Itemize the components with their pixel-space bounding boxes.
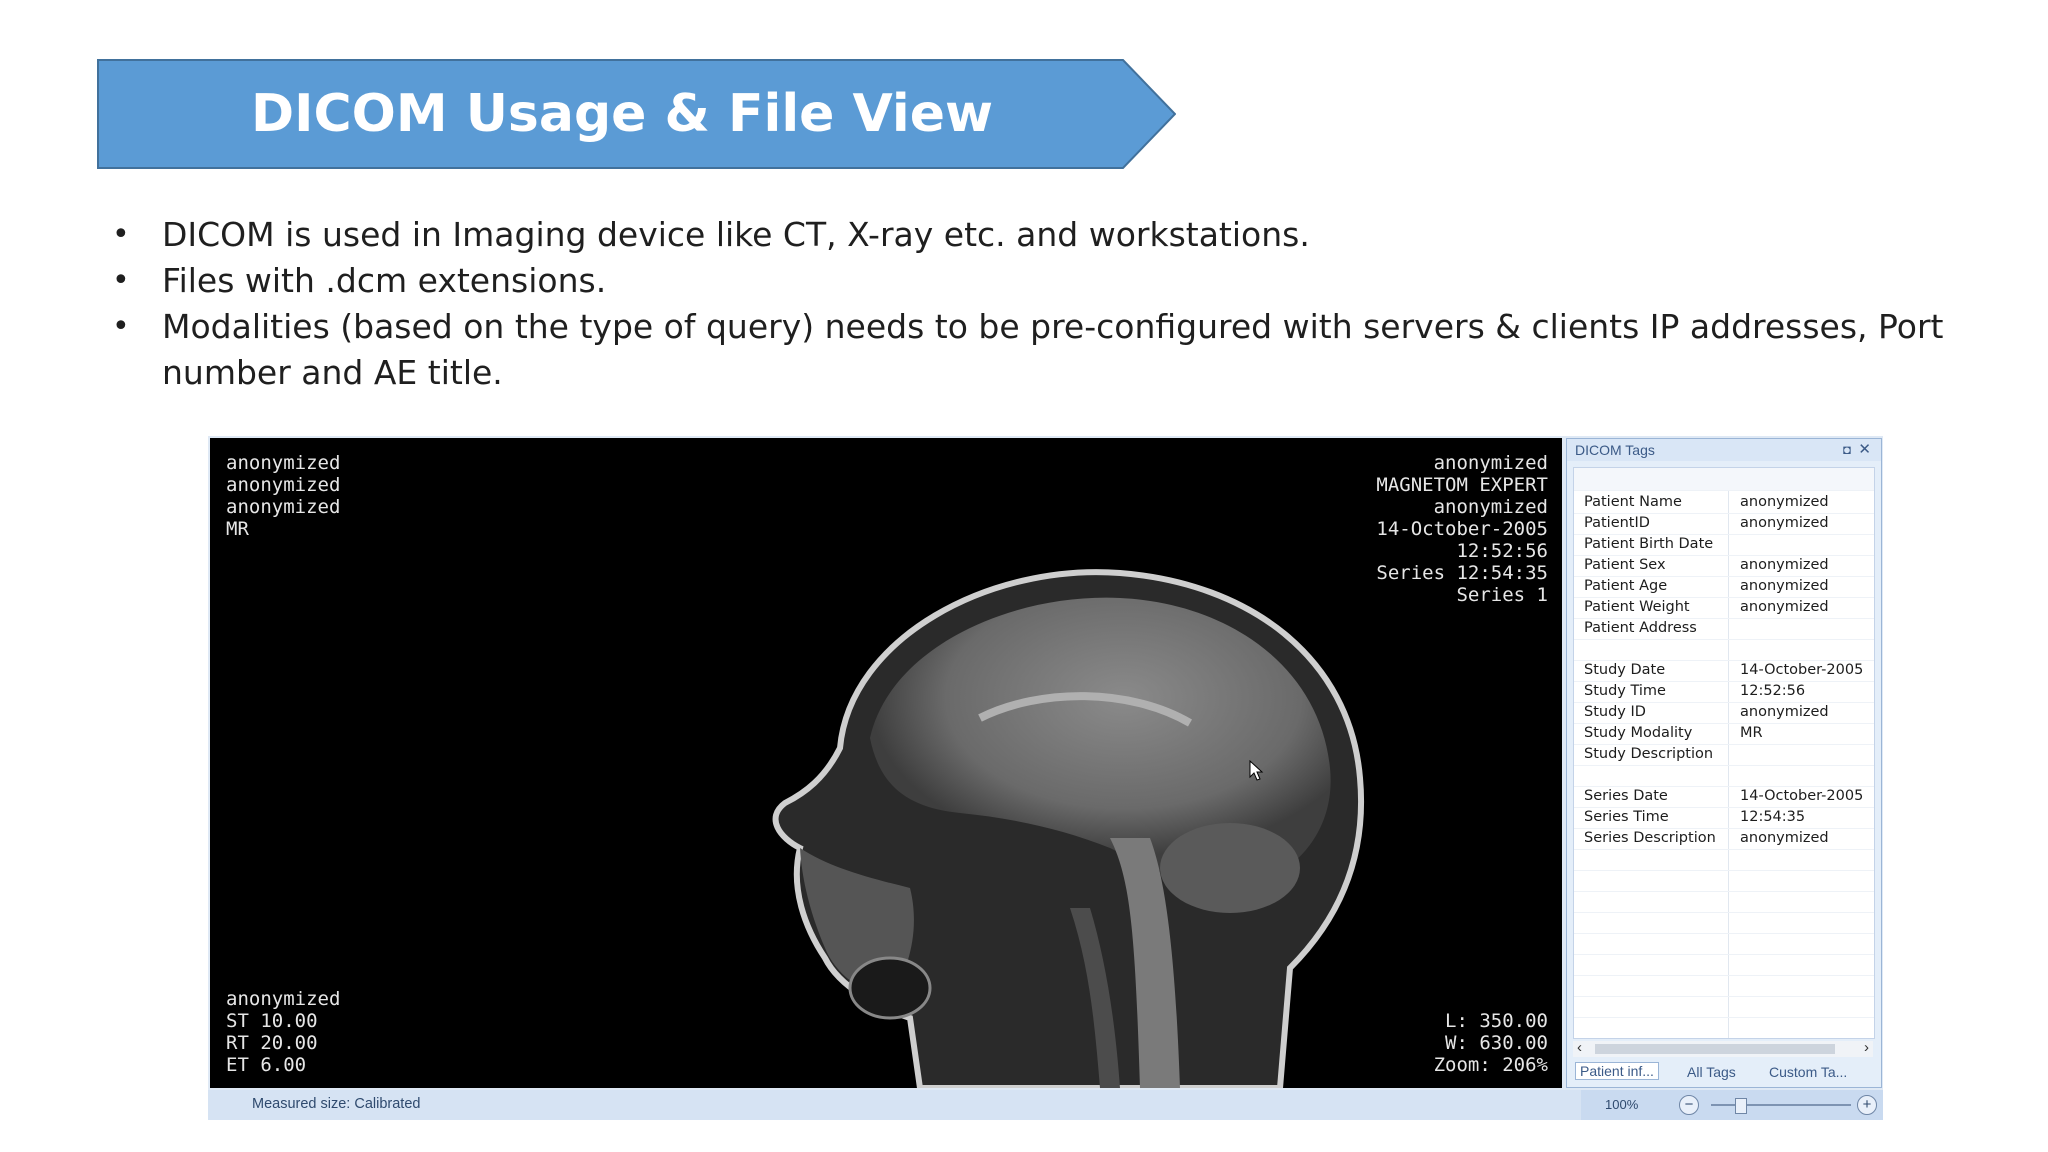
tag-value: anonymized [1740,599,1829,615]
tab-all-tags[interactable]: All Tags [1687,1064,1736,1080]
bullet-item: • Files with .dcm extensions. [110,258,2010,304]
horizontal-scrollbar[interactable]: ‹ › [1573,1039,1873,1057]
grid-header-row [1574,468,1874,491]
empty-tag-row [1574,870,1874,892]
overlay-bottom-left: anonymized ST 10.00 RT 20.00 ET 6.00 [226,988,341,1076]
bullet-text: Files with .dcm extensions. [162,261,607,300]
tag-row[interactable]: Patient Address [1574,618,1874,640]
tag-row[interactable]: Study Date 14-October-2005 [1574,660,1874,682]
tag-row[interactable]: PatientID anonymized [1574,513,1874,535]
status-text: Measured size: Calibrated [252,1096,421,1112]
mri-sagittal-head-image [772,569,1364,1088]
tag-row[interactable]: Study Description [1574,744,1874,766]
tag-key: Study ID [1584,704,1646,720]
bullet-item: • Modalities (based on the type of query… [110,304,1952,396]
zoom-level: 100% [1605,1097,1639,1112]
tag-key: Patient Name [1584,494,1682,510]
overlay-bottom-right: L: 350.00 W: 630.00 Zoom: 206% [1433,1010,1548,1076]
empty-tag-row [1574,954,1874,976]
tag-row[interactable]: Patient Birth Date [1574,534,1874,556]
dicom-image-pane[interactable]: anonymized anonymized anonymized MR anon… [210,438,1562,1088]
tag-row[interactable]: Patient Weight anonymized [1574,597,1874,619]
bullet-dot-icon: • [112,217,130,252]
tag-key: Series Date [1584,788,1668,804]
dicom-tags-panel: DICOM Tags ◘ ✕ Patient Name anonymized Pat… [1566,438,1882,1088]
tag-key: Study Time [1584,683,1666,699]
tag-value: anonymized [1740,557,1829,573]
bullet-item: • DICOM is used in Imaging device like C… [110,212,2010,258]
tag-value: 14-October-2005 [1740,662,1864,678]
bullet-text: DICOM is used in Imaging device like CT,… [162,215,1310,254]
title-banner: DICOM Usage & File View [97,59,1176,169]
tag-value: 12:54:35 [1740,809,1806,825]
zoom-control: 100% − + [1581,1090,1883,1120]
tag-row[interactable] [1574,765,1874,787]
tag-row[interactable]: Patient Name anonymized [1574,492,1874,514]
empty-tag-row [1574,891,1874,913]
tag-value: anonymized [1740,704,1829,720]
empty-tag-row [1574,849,1874,871]
tag-value: 12:52:56 [1740,683,1806,699]
empty-tag-row [1574,975,1874,997]
tag-key: Series Description [1584,830,1716,846]
tag-value: 14-October-2005 [1740,788,1864,804]
tag-row[interactable]: Patient Sex anonymized [1574,555,1874,577]
overlay-top-right: anonymized MAGNETOM EXPERT anonymized 14… [1376,452,1548,606]
tab-patient-info[interactable]: Patient inf... [1575,1062,1659,1080]
tag-key: Patient Birth Date [1584,536,1714,552]
dicom-viewer-window: anonymized anonymized anonymized MR anon… [208,436,1883,1120]
pin-icon[interactable]: ◘ [1843,439,1851,461]
empty-tag-row [1574,996,1874,1018]
slide-title: DICOM Usage & File View [250,84,994,144]
tag-key: PatientID [1584,515,1650,531]
status-bar: Measured size: Calibrated 100% − + [208,1090,1883,1120]
tag-key: Patient Weight [1584,599,1690,615]
tag-key: Study Date [1584,662,1666,678]
zoom-out-icon[interactable]: − [1679,1095,1699,1115]
empty-tag-row [1574,933,1874,955]
tag-row[interactable]: Study Modality MR [1574,723,1874,745]
tags-tabs: Patient inf... All Tags Custom Ta... [1573,1061,1873,1083]
scroll-right-icon[interactable]: › [1864,1039,1869,1056]
tags-panel-title: DICOM Tags [1575,442,1655,458]
tag-row[interactable] [1574,639,1874,661]
mouse-cursor-icon [1249,760,1264,781]
bullet-dot-icon: • [112,309,130,344]
tags-panel-header: DICOM Tags ◘ ✕ [1567,439,1881,461]
empty-tag-row [1574,912,1874,934]
tag-key: Patient Sex [1584,557,1666,573]
tag-key: Patient Address [1584,620,1697,636]
tag-value: MR [1740,725,1763,741]
tag-value: anonymized [1740,494,1829,510]
zoom-slider-track[interactable] [1711,1104,1851,1106]
tag-row[interactable]: Series Date 14-October-2005 [1574,786,1874,808]
overlay-top-left: anonymized anonymized anonymized MR [226,452,341,540]
tag-value: anonymized [1740,578,1829,594]
tag-row[interactable]: Study Time 12:52:56 [1574,681,1874,703]
empty-tag-row [1574,1017,1874,1038]
tag-row[interactable]: Series Description anonymized [1574,828,1874,850]
tag-value: anonymized [1740,515,1829,531]
tag-key: Patient Age [1584,578,1668,594]
scroll-left-icon[interactable]: ‹ [1577,1039,1582,1056]
tag-row[interactable]: Series Time 12:54:35 [1574,807,1874,829]
tab-custom-tags[interactable]: Custom Ta... [1769,1064,1847,1080]
close-icon[interactable]: ✕ [1858,439,1871,461]
bullet-list: • DICOM is used in Imaging device like C… [110,212,2010,396]
zoom-slider-knob[interactable] [1735,1098,1747,1114]
bullet-text: Modalities (based on the type of query) … [162,307,1944,392]
tag-row[interactable]: Study ID anonymized [1574,702,1874,724]
tag-row[interactable]: Patient Age anonymized [1574,576,1874,598]
tag-key: Series Time [1584,809,1669,825]
tag-key: Study Modality [1584,725,1693,741]
bullet-dot-icon: • [112,263,130,298]
tags-grid[interactable]: Patient Name anonymized PatientID anonymize… [1573,467,1875,1039]
tag-value: anonymized [1740,830,1829,846]
zoom-in-icon[interactable]: + [1857,1095,1877,1115]
scrollbar-thumb[interactable] [1595,1044,1835,1054]
tag-key: Study Description [1584,746,1714,762]
